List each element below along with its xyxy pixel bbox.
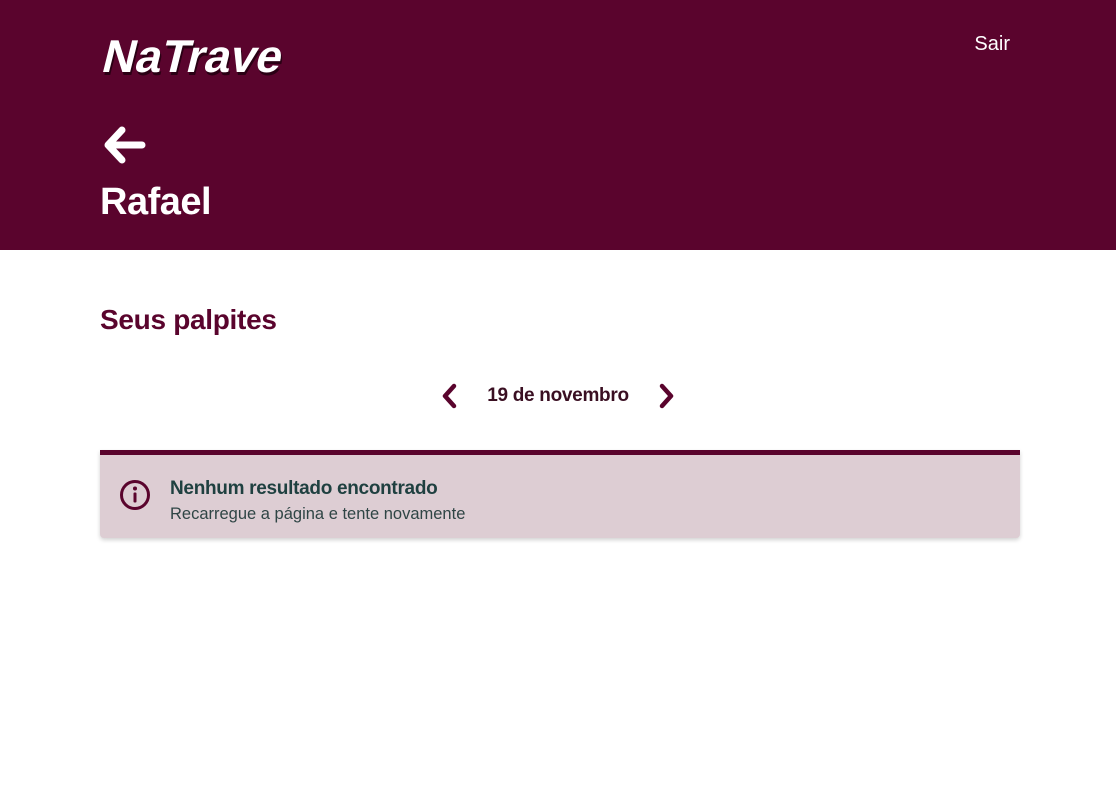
back-button[interactable] [100,124,148,168]
logout-button[interactable]: Sair [974,33,1010,56]
info-icon [120,480,150,510]
next-day-button[interactable] [653,381,681,411]
date-navigation: 19 de novembro [0,378,1116,414]
previous-day-button[interactable] [435,381,463,411]
chevron-right-icon [659,383,673,409]
section-title: Seus palpites [100,304,277,335]
alert-message: Recarregue a página e tente novamente [170,505,466,523]
natrave-logo: NaTrave NaTrave [100,31,291,80]
user-name: Rafael [100,181,212,223]
logo-text: NaTrave [100,31,289,80]
date-label: 19 de novembro [487,385,629,406]
chevron-left-icon [442,383,457,409]
alert-title: Nenhum resultado encontrado [170,478,438,499]
header: NaTrave NaTrave Sair Rafael [0,0,1116,250]
arrow-left-icon [104,126,146,164]
empty-results-alert: Nenhum resultado encontrado Recarregue a… [100,450,1020,538]
